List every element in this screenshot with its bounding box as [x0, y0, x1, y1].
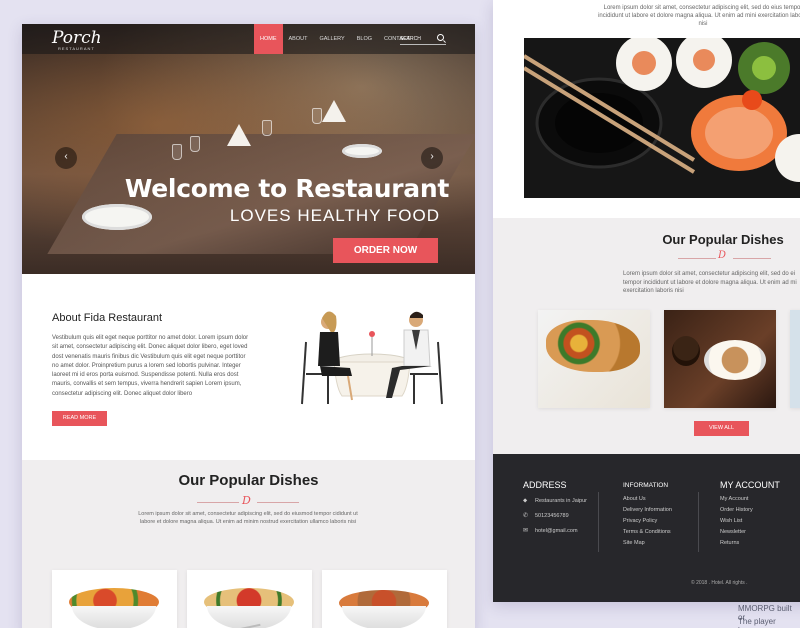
- footer-link-newsletter[interactable]: Newsletter: [720, 529, 746, 535]
- sushi-illustration: [524, 38, 800, 198]
- logo[interactable]: Porch: [52, 28, 102, 48]
- section-title: Our Popular Dishes: [178, 472, 319, 489]
- carousel-prev-button[interactable]: ‹: [55, 147, 77, 169]
- section-ornament: D: [718, 250, 727, 261]
- nav-about[interactable]: ABOUT: [283, 24, 314, 54]
- footer-link-order-history[interactable]: Order History: [720, 507, 753, 513]
- section-divider: [257, 502, 299, 503]
- hero-glass-image: [312, 108, 322, 124]
- chevron-right-icon: ›: [430, 151, 434, 162]
- mail-icon: ✉: [523, 528, 529, 534]
- footer-link-terms[interactable]: Terms & Conditions: [623, 529, 671, 535]
- homepage-mockup-right: Lorem ipsum dolor sit amet, consectetur …: [493, 0, 800, 602]
- dish-card[interactable]: [187, 570, 312, 628]
- search-icon[interactable]: [437, 34, 444, 41]
- view-all-button[interactable]: VIEW ALL: [694, 421, 749, 436]
- phone-icon: ✆: [523, 513, 529, 519]
- footer-address-line: Restaurants in Jaipur: [535, 498, 587, 504]
- intro-text: Lorem ipsum dolor sit amet, consectetur …: [598, 5, 800, 27]
- dish-card[interactable]: [322, 570, 447, 628]
- nav-gallery[interactable]: GALLERY: [313, 24, 350, 54]
- footer-account-title: MY ACCOUNT: [720, 480, 780, 490]
- popular-dishes-section: Our Popular Dishes D Lorem ipsum dolor s…: [22, 460, 475, 628]
- dish-card[interactable]: [664, 310, 776, 408]
- dish-card[interactable]: [790, 310, 800, 408]
- section-divider: [197, 502, 239, 503]
- main-nav: HOME ABOUT GALLERY BLOG CONTACT: [254, 24, 416, 54]
- footer-link-my-account[interactable]: My Account: [720, 496, 748, 502]
- footer-email[interactable]: hotel@gmail.com: [535, 528, 578, 534]
- dish-card[interactable]: [538, 310, 650, 408]
- footer-link-about[interactable]: About Us: [623, 496, 646, 502]
- hero-glass-image: [172, 144, 182, 160]
- hero-glass-image: [262, 120, 272, 136]
- section-title: Our Popular Dishes: [662, 232, 784, 247]
- hero-plate-image: [342, 144, 382, 158]
- read-more-button[interactable]: READ MORE: [52, 411, 107, 426]
- section-ornament: D: [242, 494, 251, 507]
- order-now-button[interactable]: ORDER NOW: [333, 238, 438, 263]
- footer-divider: [698, 492, 699, 552]
- footer-address-title: ADDRESS: [523, 480, 567, 490]
- footer-link-wish-list[interactable]: Wish List: [720, 518, 742, 524]
- section-divider: [678, 258, 716, 259]
- about-title: About Fida Restaurant: [52, 312, 163, 324]
- dish-card[interactable]: [52, 570, 177, 628]
- nav-home[interactable]: HOME: [254, 24, 283, 54]
- footer-link-privacy[interactable]: Privacy Policy: [623, 518, 657, 524]
- footer-link-delivery[interactable]: Delivery Information: [623, 507, 672, 513]
- bowl-image: [72, 606, 156, 628]
- dish-chocolate-image: [672, 336, 700, 366]
- background-caption-line: The player becom: [738, 617, 776, 628]
- top-navbar: Porch RESTAURANT HOME ABOUT GALLERY BLOG…: [22, 24, 475, 54]
- bowl-image: [207, 606, 291, 628]
- section-description: Lorem ipsum dolor sit amet, consectetur …: [623, 271, 797, 294]
- copyright-text: © 2018 . Hotel. All rights .: [691, 580, 748, 586]
- sushi-image: [524, 38, 800, 198]
- about-section: About Fida Restaurant Vestibulum quis el…: [22, 274, 475, 460]
- hero-napkin-image: [227, 124, 251, 146]
- footer: ADDRESS ⬥ Restaurants in Jaipur ✆ 501234…: [493, 454, 800, 602]
- chevron-left-icon: ‹: [64, 151, 68, 162]
- logo-subtitle: RESTAURANT: [58, 46, 95, 51]
- footer-phone: 50123456789: [535, 513, 569, 519]
- hero-plate-image: [82, 204, 152, 230]
- nav-blog[interactable]: BLOG: [351, 24, 378, 54]
- bowl-image: [342, 606, 426, 628]
- footer-link-sitemap[interactable]: Site Map: [623, 540, 645, 546]
- footer-link-returns[interactable]: Returns: [720, 540, 739, 546]
- dish-wrap-image: [546, 320, 640, 372]
- dish-coffee-image: [704, 340, 766, 380]
- hero-napkin-image: [322, 100, 346, 122]
- hero-banner: Porch RESTAURANT HOME ABOUT GALLERY BLOG…: [22, 24, 475, 274]
- popular-dishes-section-right: Our Popular Dishes D Lorem ipsum dolor s…: [493, 218, 800, 454]
- dining-couple-image: [301, 311, 443, 405]
- footer-divider: [598, 492, 599, 552]
- hero-title: Welcome to Restaurant: [124, 174, 449, 203]
- footer-information-title: INFORMATION: [623, 482, 669, 489]
- section-description: Lorem ipsum dolor sit amet, consectetur …: [138, 511, 358, 525]
- about-text: Vestibulum quis elit eget neque porttito…: [52, 335, 249, 397]
- map-pin-icon: ⬥: [523, 498, 528, 504]
- hero-subtitle: LOVES HEALTHY FOOD: [229, 206, 440, 225]
- homepage-mockup-left: Porch RESTAURANT HOME ABOUT GALLERY BLOG…: [22, 24, 475, 628]
- hero-glass-image: [190, 136, 200, 152]
- carousel-next-button[interactable]: ›: [421, 147, 443, 169]
- section-divider: [733, 258, 771, 259]
